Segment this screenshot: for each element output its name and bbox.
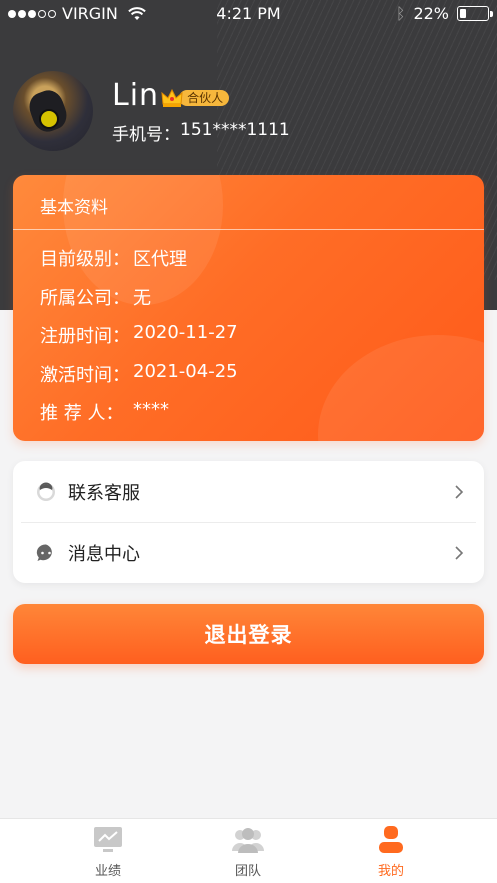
- phone-row: 手机号： 151****1111: [112, 120, 290, 145]
- info-row-level: 目前级别： 区代理: [40, 245, 187, 271]
- info-value: 区代理: [133, 249, 187, 270]
- info-label: 推 荐 人：: [40, 403, 124, 424]
- info-row-activate-date: 激活时间： 2021-04-25: [40, 361, 238, 387]
- tab-mine[interactable]: 我的: [331, 819, 451, 883]
- avatar[interactable]: [13, 71, 93, 151]
- status-bar: VIRGIN 4:21 PM ᛒ 22%: [0, 0, 497, 28]
- menu-card: 联系客服 消息中心: [13, 461, 484, 583]
- crown-icon: [161, 88, 183, 107]
- message-icon: [36, 543, 52, 561]
- card-title: 基本资料: [40, 198, 108, 218]
- monitor-chart-icon: [94, 827, 122, 852]
- info-label: 目前级别：: [40, 249, 130, 270]
- bluetooth-icon: ᛒ: [395, 4, 406, 23]
- status-right: ᛒ 22%: [395, 4, 493, 23]
- tab-label: 我的: [377, 864, 404, 879]
- card-divider: [13, 229, 484, 230]
- info-label: 注册时间：: [40, 326, 130, 347]
- name-row: Lin 合伙人: [112, 78, 230, 114]
- phone-label: 手机号：: [112, 125, 180, 145]
- info-label: 激活时间：: [40, 365, 130, 386]
- team-icon: [232, 828, 264, 853]
- info-value: 2020-11-27: [133, 322, 238, 343]
- card-decoration: [318, 335, 484, 441]
- menu-item-label: 消息中心: [68, 543, 140, 565]
- tab-label: 团队: [234, 864, 261, 879]
- battery-fill: [460, 9, 466, 18]
- menu-item-label: 联系客服: [68, 482, 140, 504]
- battery-icon: [457, 6, 493, 21]
- tab-performance[interactable]: 业绩: [48, 819, 168, 883]
- battery-percent: 22%: [413, 4, 449, 23]
- info-row-register-date: 注册时间： 2020-11-27: [40, 322, 238, 348]
- partner-badge-label: 合伙人: [179, 90, 230, 106]
- tab-bar: 业绩 团队 我的: [0, 818, 497, 883]
- customer-service-icon: [37, 482, 55, 501]
- info-value: ****: [133, 399, 169, 420]
- partner-badge: 合伙人: [161, 88, 230, 108]
- tab-label: 业绩: [94, 864, 121, 879]
- menu-item-customer-service[interactable]: 联系客服: [13, 461, 484, 522]
- user-icon: [379, 826, 403, 853]
- info-label: 所属公司：: [40, 288, 130, 309]
- basic-info-card: 基本资料 目前级别： 区代理 所属公司： 无 注册时间： 2020-11-27 …: [13, 175, 484, 441]
- info-value: 无: [133, 288, 151, 309]
- info-row-referrer: 推 荐 人： ****: [40, 399, 169, 425]
- menu-item-message-center[interactable]: 消息中心: [13, 522, 484, 583]
- tab-team[interactable]: 团队: [188, 819, 308, 883]
- chevron-right-icon: [455, 484, 464, 499]
- logout-button[interactable]: 退出登录: [13, 604, 484, 664]
- user-name: Lin: [112, 78, 160, 113]
- phone-value: 151****1111: [180, 120, 290, 140]
- info-row-company: 所属公司： 无: [40, 284, 151, 310]
- info-value: 2021-04-25: [133, 361, 238, 382]
- chevron-right-icon: [455, 545, 464, 560]
